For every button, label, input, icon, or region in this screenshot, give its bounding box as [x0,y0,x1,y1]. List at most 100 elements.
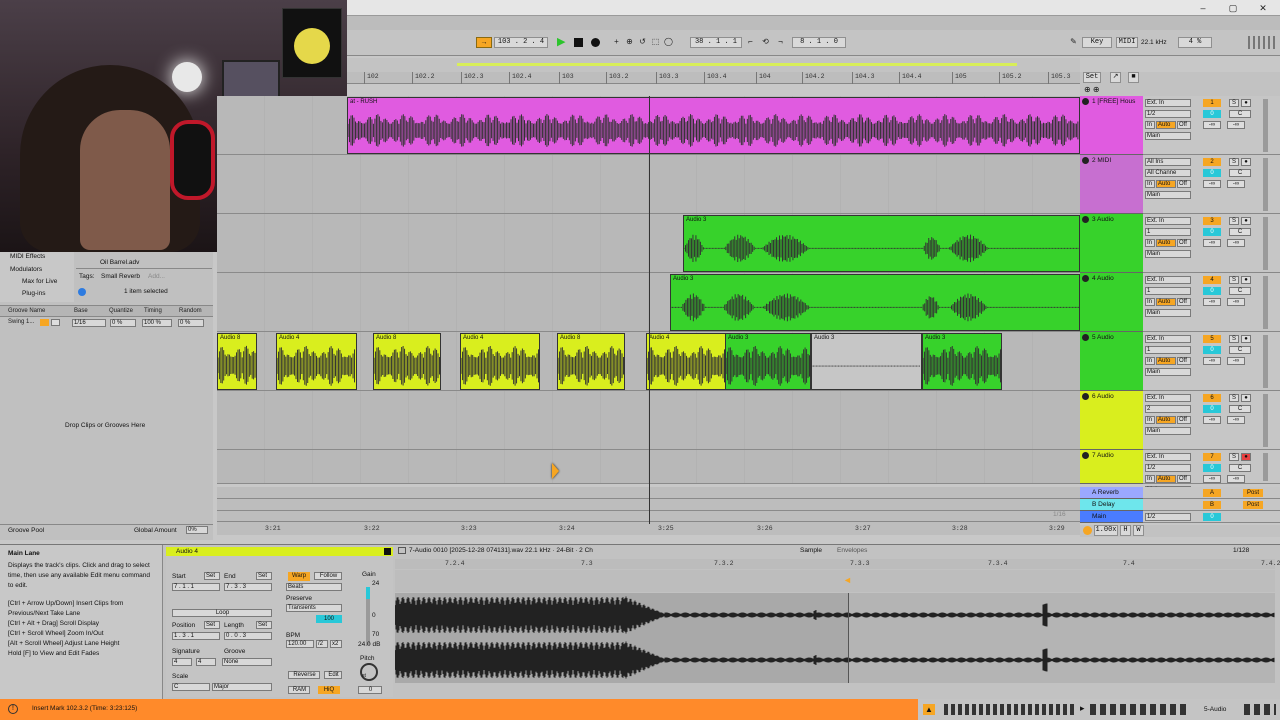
pan-control[interactable]: C [1229,169,1251,177]
punch-out-icon[interactable]: ¬ [775,37,786,48]
monitor-auto-button[interactable]: Auto [1156,121,1176,129]
pan-control[interactable]: C [1229,346,1251,354]
track-volume[interactable]: 0 [1203,228,1221,236]
overview-strip[interactable] [347,58,1080,72]
audio-clip[interactable]: Audio 4 [276,333,357,390]
pitch-cents[interactable]: 0 [358,686,382,694]
set-locator-button[interactable]: Set [1083,72,1101,83]
input-channel-select[interactable]: 1 [1145,287,1191,295]
audio-clip[interactable]: Audio 3 [670,274,1080,331]
expand-right-icon[interactable]: ▸ [1080,703,1085,714]
loop-button[interactable]: Loop [172,609,272,617]
half-tempo-button[interactable]: /2 [316,640,328,648]
send-b[interactable]: -∞ [1227,180,1245,188]
play-icon[interactable]: ▶ [557,36,569,49]
arm-button[interactable]: ● [1241,217,1251,225]
track-number[interactable]: 2 [1203,158,1221,166]
input-channel-select[interactable]: 2 [1145,405,1191,413]
track-header[interactable]: 1 [FREE] Hous [1080,96,1143,155]
overdub-icon[interactable]: + [611,37,622,48]
send-b[interactable]: -∞ [1227,416,1245,424]
arm-button[interactable]: ● [1241,276,1251,284]
track-fold-icon[interactable] [1082,334,1089,341]
midi-map-button[interactable]: MIDI [1116,37,1138,48]
send-a[interactable]: -∞ [1203,298,1221,306]
re-enable-icon[interactable]: ↺ [637,37,648,48]
gain-slider[interactable] [366,587,370,645]
end-value[interactable]: 7 . 3 . 3 [224,583,272,591]
input-channel-select[interactable]: All Channe [1145,169,1191,177]
lock-icon[interactable]: ■ [1128,72,1139,83]
groove-save-icon[interactable] [51,319,60,326]
post-button[interactable]: Post [1243,501,1263,509]
preset-file[interactable]: Oil Barrel.adv [100,259,139,266]
device-chain-overview[interactable] [944,704,1074,715]
audio-clip[interactable]: Audio 3 [725,333,811,390]
send-b[interactable]: -∞ [1227,357,1245,365]
double-tempo-button[interactable]: x2 [330,640,342,648]
plugins-item[interactable]: Plug-ins [22,290,45,297]
input-type-select[interactable]: Ext. In [1145,335,1191,343]
global-amount-value[interactable]: 0% [186,526,208,534]
monitor-off-button[interactable]: Off [1177,121,1191,129]
output-select[interactable]: Main [1145,427,1191,435]
pan-control[interactable]: C [1229,287,1251,295]
track-number[interactable]: 5 [1203,335,1221,343]
monitor-off-button[interactable]: Off [1177,180,1191,188]
track-header[interactable]: 2 MIDI [1080,155,1143,214]
solo-button[interactable]: S [1229,276,1239,284]
monitor-in-button[interactable]: In [1145,357,1155,365]
edit-button[interactable]: Edit [324,671,342,679]
pan-control[interactable]: C [1229,405,1251,413]
input-type-select[interactable]: Ext. In [1145,453,1191,461]
track-volume[interactable]: 0 [1203,464,1221,472]
track-fold-icon[interactable] [1082,98,1089,105]
return-track-header[interactable]: B Delay [1080,499,1143,511]
session-record-icon[interactable]: ◯ [663,37,674,48]
solo-button[interactable]: S [1229,335,1239,343]
send-a[interactable]: -∞ [1203,239,1221,247]
clip-name[interactable]: Audio 4 [176,548,198,555]
audio-clip[interactable]: Audio 8 [557,333,625,390]
arm-button[interactable]: ● [1241,453,1251,461]
return-letter[interactable]: B [1203,501,1221,509]
signature-numerator[interactable]: 4 [172,658,192,666]
pan-control[interactable]: C [1229,110,1251,118]
transients-select[interactable]: Transients [286,604,342,612]
monitor-off-button[interactable]: Off [1177,298,1191,306]
arm-button[interactable]: ● [1241,394,1251,402]
return-track-header[interactable]: Main [1080,511,1143,523]
solo-button[interactable]: S [1229,217,1239,225]
main-channel-select[interactable]: 1/2 [1145,513,1191,521]
track-fold-icon[interactable] [1082,393,1089,400]
monitor-in-button[interactable]: In [1145,475,1155,483]
send-a[interactable]: -∞ [1203,416,1221,424]
sample-ruler[interactable]: 7.2.4 7.3 7.3.2 7.3.3 7.3.4 7.4 7.4.2 [395,559,1280,569]
output-select[interactable]: Main [1145,132,1191,140]
groove-quantize[interactable]: 0 % [110,319,136,327]
input-channel-select[interactable]: 1/2 [1145,464,1191,472]
h-button[interactable]: H [1120,525,1131,536]
track-number[interactable]: 3 [1203,217,1221,225]
return-letter[interactable]: A [1203,489,1221,497]
status-info-icon[interactable]: ! [8,704,18,714]
solo-button[interactable]: S [1229,394,1239,402]
track-volume[interactable]: 0 [1203,110,1221,118]
maximize-icon[interactable]: ▢ [1226,2,1240,14]
send-b[interactable]: -∞ [1227,475,1245,483]
add-tag-button[interactable]: Add... [148,273,165,280]
send-b[interactable]: -∞ [1227,121,1245,129]
warp-button[interactable]: Warp [288,572,310,581]
beat-ruler[interactable]: 102 102.2 102.3 102.4 103 103.2 103.3 103.4 104 1… [347,72,1080,84]
send-a[interactable]: -∞ [1203,475,1221,483]
arrangement-position[interactable]: 103 . 2 . 4 [494,37,548,48]
record-icon[interactable] [591,38,600,47]
start-set-button[interactable]: Set [204,572,220,580]
arm-button[interactable]: ● [1241,335,1251,343]
audio-clip[interactable]: Audio 3 [683,215,1080,272]
follow-icon[interactable]: → [476,37,492,48]
warp-amount[interactable]: 100 [316,615,342,623]
main-volume[interactable]: 0 [1203,513,1221,521]
pan-control[interactable]: C [1229,464,1251,472]
view-toggles[interactable] [1090,704,1190,715]
